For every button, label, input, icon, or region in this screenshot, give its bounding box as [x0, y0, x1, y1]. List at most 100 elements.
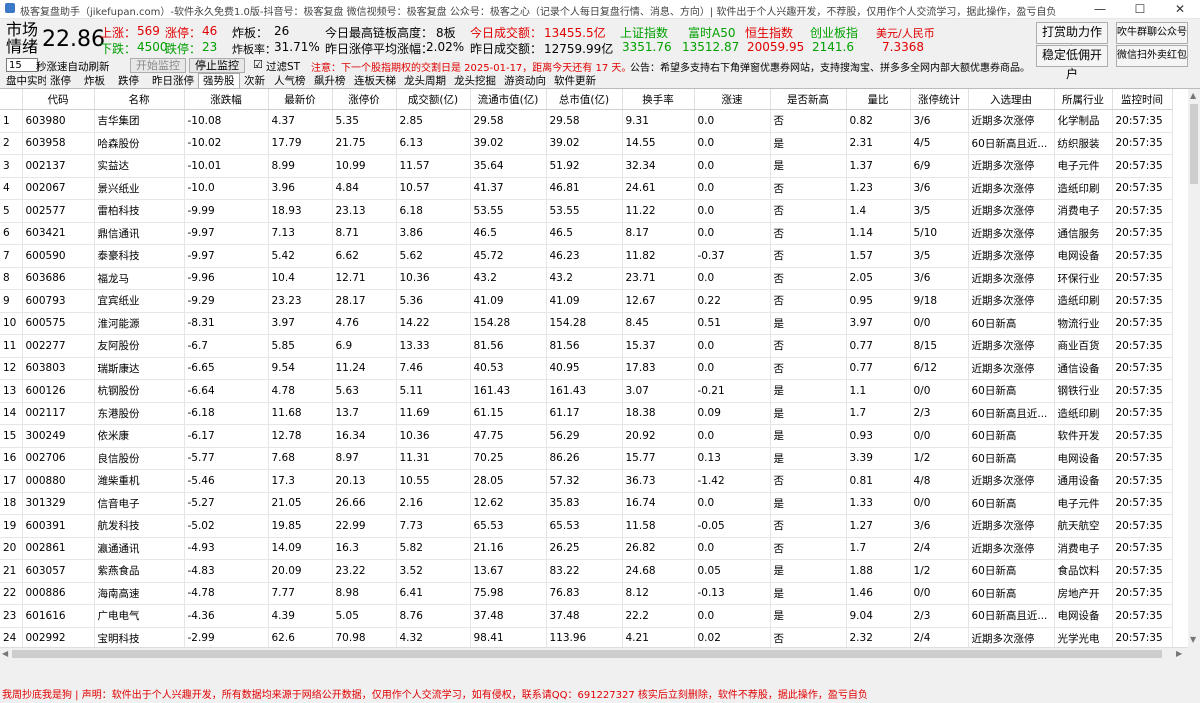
- scroll-down-icon[interactable]: ▼: [1190, 635, 1196, 644]
- minimize-button[interactable]: —: [1080, 0, 1120, 18]
- column-header[interactable]: 流通市值(亿): [470, 89, 547, 110]
- table-cell: 12.78: [268, 424, 333, 448]
- table-cell: 39.02: [546, 132, 623, 155]
- table-cell: 29.58: [546, 109, 623, 133]
- table-cell: 9: [0, 289, 23, 313]
- table-row[interactable]: 15 300249 依米康 -6.17 12.78 16.34 10.36 47.75 56.2…: [0, 424, 1173, 448]
- column-header[interactable]: 换手率: [622, 89, 695, 110]
- tab-8[interactable]: 飙升榜: [310, 74, 350, 88]
- table-row[interactable]: 20 002861 瀛通通讯 -4.93 14.09 16.3 5.82 21.16 26.25…: [0, 537, 1173, 560]
- column-header[interactable]: 代码: [22, 89, 95, 110]
- tab-7[interactable]: 人气榜: [270, 74, 310, 88]
- table-cell: -6.17: [184, 424, 269, 448]
- table-cell: 近期多次涨停: [968, 289, 1055, 313]
- limit-down-value: 23: [202, 40, 218, 54]
- tip-author-button[interactable]: 打赏助力作者: [1036, 22, 1108, 58]
- table-row[interactable]: 3 002137 实益达 -10.01 8.99 10.99 11.57 35.64 51.92…: [0, 154, 1173, 178]
- tab-2[interactable]: 炸板: [80, 74, 109, 88]
- table-cell: 8.45: [622, 312, 695, 335]
- column-header[interactable]: 入选理由: [968, 89, 1055, 110]
- table-row[interactable]: 13 600126 杭钢股份 -6.64 4.78 5.63 5.11 161.43 161.4…: [0, 379, 1173, 403]
- tab-11[interactable]: 龙头挖掘: [450, 74, 500, 88]
- table-row[interactable]: 23 601616 广电电气 -4.36 4.39 5.05 8.76 37.48 37.48 2…: [0, 604, 1173, 628]
- column-header[interactable]: 涨停统计: [910, 89, 969, 110]
- table-row[interactable]: 12 603803 瑞斯康达 -6.65 9.54 11.24 7.46 40.53 40.95…: [0, 357, 1173, 380]
- tab-4[interactable]: 昨日涨停: [148, 74, 198, 88]
- column-header[interactable]: 所属行业: [1054, 89, 1113, 110]
- tab-6[interactable]: 次新: [240, 74, 269, 88]
- column-header[interactable]: 是否新高: [770, 89, 847, 110]
- tab-12[interactable]: 游资动向: [500, 74, 550, 88]
- column-header[interactable]: 涨速: [694, 89, 771, 110]
- close-button[interactable]: ✕: [1160, 0, 1200, 18]
- scroll-right-icon[interactable]: ▶: [1176, 649, 1182, 658]
- table-cell: 0.0: [694, 222, 771, 245]
- tab-0[interactable]: 盘中实时: [2, 74, 52, 88]
- stop-monitor-button[interactable]: 停止监控: [189, 58, 245, 73]
- column-header[interactable]: 总市值(亿): [546, 89, 623, 110]
- tab-10[interactable]: 龙头周期: [400, 74, 450, 88]
- open-account-button[interactable]: 稳定低佣开户: [1036, 45, 1108, 81]
- table-row[interactable]: 11 002277 友阿股份 -6.7 5.85 6.9 13.33 81.56 81.56 15…: [0, 334, 1173, 358]
- horizontal-scrollbar[interactable]: ◀ ▶: [0, 647, 1188, 660]
- redpacket-button[interactable]: 微信扫外卖红包: [1116, 45, 1188, 67]
- table-cell: 光学光电: [1054, 627, 1113, 647]
- tab-9[interactable]: 连板天梯: [350, 74, 400, 88]
- scroll-up-icon[interactable]: ▲: [1190, 91, 1196, 100]
- column-header[interactable]: 成交额(亿): [396, 89, 471, 110]
- table-cell: 是: [770, 379, 847, 403]
- column-header[interactable]: 涨跌幅: [184, 89, 269, 110]
- table-row[interactable]: 14 002117 东港股份 -6.18 11.68 13.7 11.69 61.15 61.1…: [0, 402, 1173, 425]
- table-row[interactable]: 18 301329 信音电子 -5.27 21.05 26.66 2.16 12.62 35.8…: [0, 492, 1173, 515]
- table-cell: 002577: [22, 199, 95, 223]
- table-row[interactable]: 22 000886 海南高速 -4.78 7.77 8.98 6.41 75.98 76.83 8…: [0, 582, 1173, 605]
- table-cell: 002706: [22, 447, 95, 470]
- table-cell: 40.95: [546, 357, 623, 380]
- maximize-button[interactable]: ☐: [1120, 0, 1160, 18]
- table-row[interactable]: 17 000880 潍柴重机 -5.46 17.3 20.13 10.55 28.05 57.3…: [0, 469, 1173, 493]
- table-cell: 否: [770, 514, 847, 538]
- table-row[interactable]: 24 002992 宝明科技 -2.99 62.6 70.98 4.32 98.41 113.9…: [0, 627, 1173, 647]
- tab-13[interactable]: 软件更新: [550, 74, 600, 88]
- table-cell: 近期多次涨停: [968, 267, 1055, 290]
- horizontal-scroll-thumb[interactable]: [12, 650, 1162, 658]
- column-header[interactable]: 最新价: [268, 89, 333, 110]
- tab-1[interactable]: 涨停: [46, 74, 75, 88]
- table-row[interactable]: 19 600391 航发科技 -5.02 19.85 22.99 7.73 65.53 65.5…: [0, 514, 1173, 538]
- table-row[interactable]: 9 600793 宜宾纸业 -9.29 23.23 28.17 5.36 41.09 41.09…: [0, 289, 1173, 313]
- yesterday-volume-label: 昨日成交额：: [470, 42, 543, 56]
- table-row[interactable]: 16 002706 良信股份 -5.77 7.68 8.97 11.31 70.25 86.26…: [0, 447, 1173, 470]
- index-chinext-label: 创业板指: [810, 26, 859, 40]
- table-row[interactable]: 8 603686 福龙马 -9.96 10.4 12.71 10.36 43.2 43.2 23.…: [0, 267, 1173, 290]
- scroll-left-icon[interactable]: ◀: [2, 649, 8, 658]
- vertical-scrollbar[interactable]: ▲ ▼: [1188, 89, 1200, 647]
- table-cell: 002137: [22, 154, 95, 178]
- wechat-group-button[interactable]: 吹牛群聊公众号: [1116, 22, 1188, 44]
- table-row[interactable]: 4 002067 景兴纸业 -10.0 3.96 4.84 10.57 41.37 46.81 2…: [0, 177, 1173, 200]
- table-row[interactable]: 5 002577 雷柏科技 -9.99 18.93 23.13 6.18 53.55 53.55…: [0, 199, 1173, 223]
- table-cell: 福龙马: [94, 267, 185, 290]
- table-cell: 35.64: [470, 154, 547, 178]
- table-row[interactable]: 6 603421 鼎信通讯 -9.97 7.13 8.71 3.86 46.5 46.5 8.17…: [0, 222, 1173, 245]
- column-header[interactable]: 监控时间: [1112, 89, 1173, 110]
- table-cell: 友阿股份: [94, 334, 185, 358]
- column-header[interactable]: 名称: [94, 89, 185, 110]
- refresh-seconds-input[interactable]: [6, 58, 38, 72]
- column-header[interactable]: [0, 89, 23, 110]
- table-row[interactable]: 10 600575 淮河能源 -8.31 3.97 4.76 14.22 154.28 154.…: [0, 312, 1173, 335]
- table-cell: 房地产开: [1054, 582, 1113, 605]
- table-cell: 36.73: [622, 469, 695, 493]
- table-row[interactable]: 2 603958 哈森股份 -10.02 17.79 21.75 6.13 39.02 39.0…: [0, 132, 1173, 155]
- tab-3[interactable]: 跌停: [114, 74, 143, 88]
- column-header[interactable]: 量比: [846, 89, 911, 110]
- filter-st-checkbox[interactable]: ☑: [253, 58, 263, 71]
- table-row[interactable]: 1 603980 吉华集团 -10.08 4.37 5.35 2.85 29.58 29.58 9…: [0, 109, 1173, 133]
- vertical-scroll-thumb[interactable]: [1190, 104, 1198, 184]
- table-row[interactable]: 21 603057 紫燕食品 -4.83 20.09 23.22 3.52 13.67 83.2…: [0, 559, 1173, 583]
- start-monitor-button[interactable]: 开始监控: [130, 58, 186, 73]
- stock-grid: 代码 名称 涨跌幅 最新价 涨停价 成交额(亿) 流通市值(亿) 总市值(亿) 换手率 涨速 是否新…: [0, 89, 1188, 647]
- column-header[interactable]: 涨停价: [332, 89, 397, 110]
- tab-5[interactable]: 强势股: [198, 73, 240, 88]
- table-row[interactable]: 7 600590 泰豪科技 -9.97 5.42 6.62 5.62 45.72 46.23 11…: [0, 244, 1173, 268]
- table-cell: -4.78: [184, 582, 269, 605]
